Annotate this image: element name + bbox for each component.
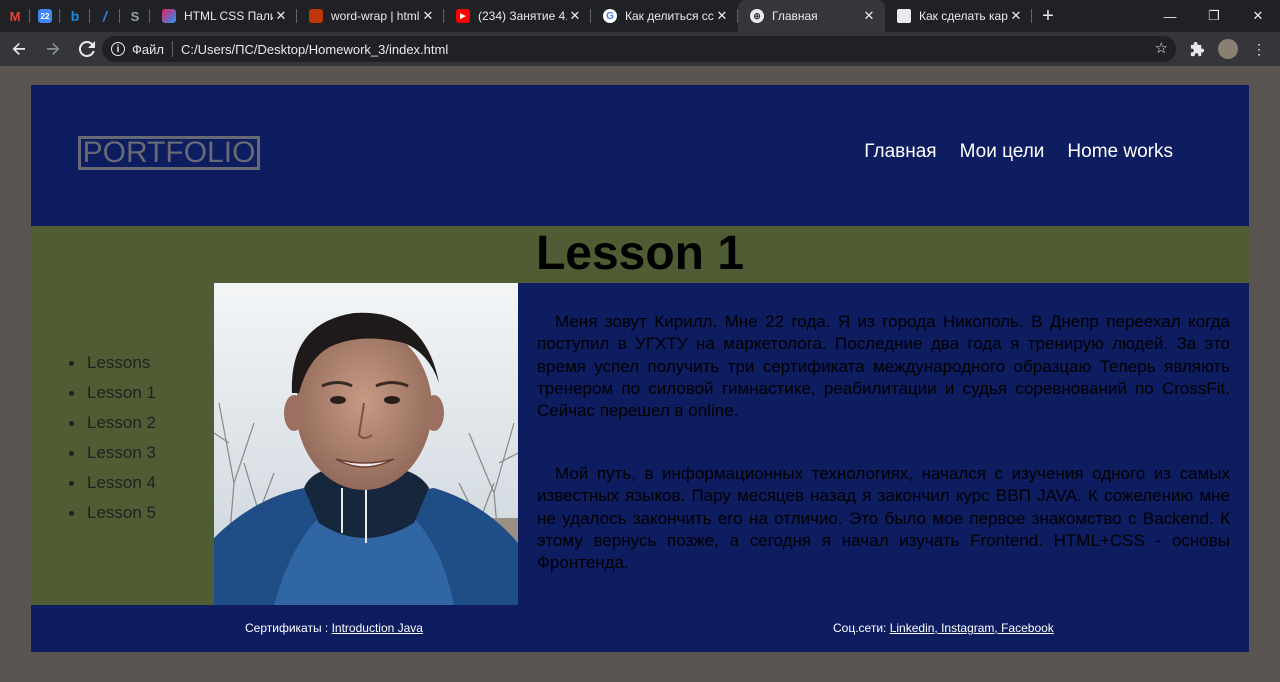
- site-footer: Сертификаты : Introduction Java Соц.сети…: [31, 605, 1249, 652]
- site-header: PORTFOLIO Главная Мои цели Home works: [31, 85, 1249, 226]
- sidebar-item-lesson-5[interactable]: Lesson 5: [69, 503, 156, 533]
- tab-title: word-wrap | htmlbook: [331, 9, 420, 23]
- palette-icon: [162, 9, 176, 23]
- tab-html-css-palette[interactable]: HTML CSS Палитра ✕: [150, 0, 297, 32]
- new-tab-button[interactable]: +: [1032, 0, 1064, 32]
- reload-button[interactable]: [72, 34, 102, 64]
- main-nav: Главная Мои цели Home works: [864, 141, 1173, 163]
- sidebar-item-lesson-2[interactable]: Lesson 2: [69, 413, 156, 443]
- htmlbook-icon: [309, 9, 323, 23]
- profile-photo: [214, 283, 518, 605]
- social-label: Соц.сети:: [833, 621, 890, 635]
- youtube-icon: ▶: [456, 9, 470, 23]
- link-icon: /: [103, 8, 107, 24]
- minimize-button[interactable]: —: [1148, 0, 1192, 32]
- close-tab-icon[interactable]: ✕: [714, 8, 730, 24]
- pinned-tab-link[interactable]: /: [90, 0, 120, 32]
- lesson-title-bar: Lesson 1: [31, 226, 1249, 283]
- sidebar-item-lessons[interactable]: Lessons: [69, 353, 156, 383]
- close-tab-icon[interactable]: ✕: [420, 8, 436, 24]
- portfolio-page: PORTFOLIO Главная Мои цели Home works Le…: [31, 85, 1249, 652]
- chat-icon: [897, 9, 911, 23]
- about-paragraph-1: Меня зовут Кирилл. Мне 22 года. Я из гор…: [537, 312, 1230, 421]
- portfolio-logo[interactable]: PORTFOLIO: [78, 136, 260, 170]
- nav-link-main[interactable]: Главная: [864, 141, 936, 163]
- bookmark-icon: b: [70, 8, 80, 24]
- tab-google[interactable]: G Как делиться ссылк ✕: [591, 0, 738, 32]
- address-bar[interactable]: i Файл C:/Users/ПС/Desktop/Homework_3/in…: [102, 36, 1176, 62]
- window-controls: — ❐ ✕: [1148, 0, 1280, 32]
- info-icon[interactable]: i: [111, 42, 125, 56]
- nav-link-home-works[interactable]: Home works: [1067, 141, 1173, 163]
- close-tab-icon[interactable]: ✕: [1008, 8, 1024, 24]
- about-content: Меня зовут Кирилл. Мне 22 года. Я из гор…: [518, 283, 1249, 605]
- tab-word-wrap[interactable]: word-wrap | htmlbook ✕: [297, 0, 444, 32]
- tab-strip: M 22 b / S HTML CSS Палитра ✕ word-wrap …: [0, 0, 1280, 32]
- pinned-tab-calendar[interactable]: 22: [30, 0, 60, 32]
- forward-arrow-icon: [47, 43, 60, 55]
- sidebar-item-lesson-4[interactable]: Lesson 4: [69, 473, 156, 503]
- gmail-icon: M: [9, 8, 21, 24]
- reload-icon: [79, 41, 95, 57]
- extensions-puzzle-icon[interactable]: [1186, 38, 1208, 60]
- maximize-button[interactable]: ❐: [1192, 0, 1236, 32]
- close-tab-icon[interactable]: ✕: [273, 8, 289, 24]
- pinned-tab-gmail[interactable]: M: [0, 0, 30, 32]
- globe-icon: ⊕: [750, 9, 764, 23]
- social-links[interactable]: Linkedin, Instagram, Facebook: [890, 621, 1054, 635]
- tab-main-active[interactable]: ⊕ Главная ✕: [738, 0, 885, 32]
- scheme-label: Файл: [132, 41, 164, 57]
- url-text[interactable]: C:/Users/ПС/Desktop/Homework_3/index.htm…: [181, 42, 448, 57]
- about-paragraph-2: Мой путь, в информационных технологиях, …: [537, 464, 1230, 573]
- tab-title: Как делиться ссылк: [625, 9, 714, 23]
- menu-dots-icon[interactable]: ⋮: [1248, 38, 1270, 60]
- toolbar-actions: ⋮: [1186, 32, 1270, 66]
- divider: [171, 41, 173, 57]
- forward-button[interactable]: [38, 34, 68, 64]
- tab-title: Как сделать картин: [919, 9, 1008, 23]
- nav-link-goals[interactable]: Мои цели: [960, 141, 1045, 163]
- lessons-sidebar: Lessons Lesson 1 Lesson 2 Lesson 3 Lesso…: [31, 283, 214, 605]
- lessons-list: Lessons Lesson 1 Lesson 2 Lesson 3 Lesso…: [69, 353, 156, 533]
- google-icon: G: [603, 9, 617, 23]
- tab-title: Главная: [772, 9, 818, 23]
- sidebar-item-lesson-3[interactable]: Lesson 3: [69, 443, 156, 473]
- tab-title: (234) Занятие 4. Ц: [478, 9, 567, 23]
- pinned-tab-extension[interactable]: S: [120, 0, 150, 32]
- portrait-image: [214, 283, 518, 605]
- pinned-tab-bookmark[interactable]: b: [60, 0, 90, 32]
- back-button[interactable]: [4, 34, 34, 64]
- page-title: Lesson 1: [535, 227, 745, 280]
- sidebar-item-lesson-1[interactable]: Lesson 1: [69, 383, 156, 413]
- certificates-section: Сертификаты : Introduction Java: [245, 621, 423, 635]
- social-section: Соц.сети: Linkedin, Instagram, Facebook: [833, 621, 1054, 635]
- certificate-link[interactable]: Introduction Java: [332, 621, 423, 635]
- profile-avatar[interactable]: [1218, 39, 1238, 59]
- tab-title: HTML CSS Палитра: [184, 9, 273, 23]
- back-arrow-icon: [12, 43, 25, 55]
- tab-make-picture[interactable]: Как сделать картин ✕: [885, 0, 1032, 32]
- extension-icon: S: [130, 8, 140, 24]
- bookmark-star-icon[interactable]: ☆: [1155, 39, 1168, 57]
- close-window-button[interactable]: ✕: [1236, 0, 1280, 32]
- close-tab-icon[interactable]: ✕: [861, 8, 877, 24]
- calendar-icon: 22: [38, 9, 52, 23]
- tab-youtube[interactable]: ▶ (234) Занятие 4. Ц ✕: [444, 0, 591, 32]
- close-tab-icon[interactable]: ✕: [567, 8, 583, 24]
- certificates-label: Сертификаты :: [245, 621, 332, 635]
- browser-toolbar: i Файл C:/Users/ПС/Desktop/Homework_3/in…: [0, 32, 1280, 66]
